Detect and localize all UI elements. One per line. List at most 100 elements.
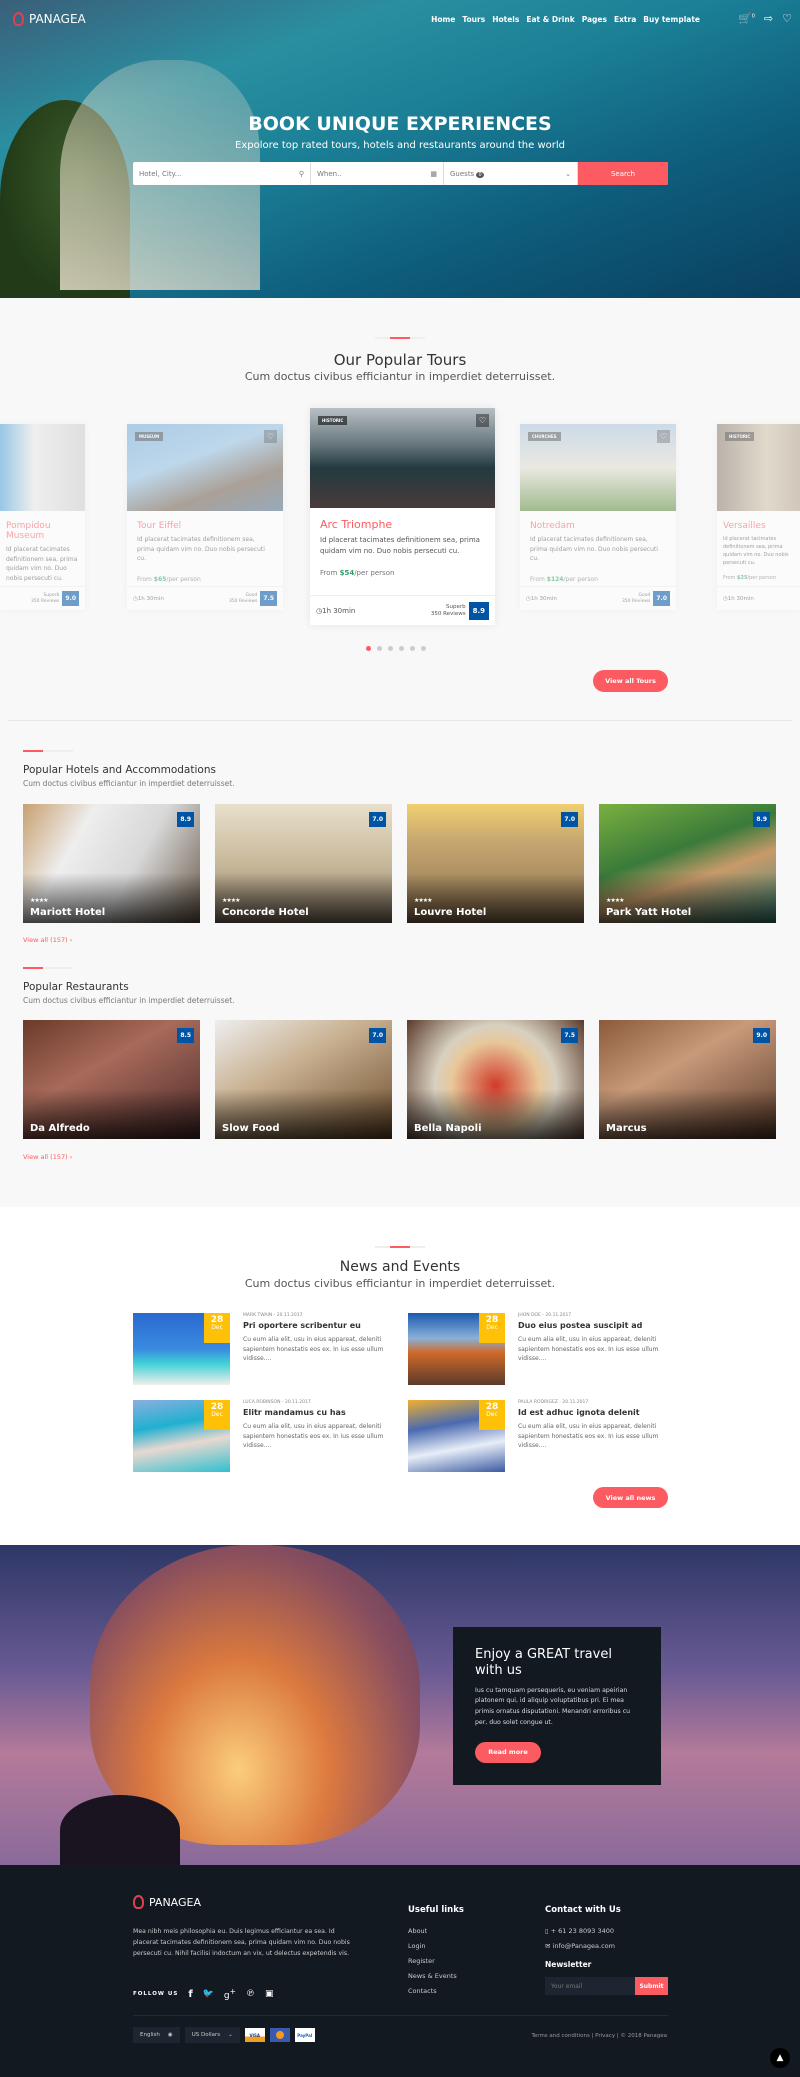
news-subtitle: Cum doctus civibus efficiantur in imperd… (244, 1277, 556, 1290)
date-input[interactable]: When.. ▦ (311, 162, 444, 185)
view-all-tours-button[interactable]: View all Tours (593, 670, 668, 692)
link-login[interactable]: Login (408, 1942, 464, 1950)
google-plus-icon[interactable]: g+ (224, 1987, 236, 2001)
score-badge: 7.0 (369, 1028, 386, 1043)
tour-name: Pompidou Museum (6, 521, 51, 541)
carousel-dot[interactable] (377, 646, 382, 651)
tour-card[interactable]: HISTORIC Versailles Id placerat tacimate… (717, 424, 800, 610)
carousel-dot[interactable] (388, 646, 393, 651)
privacy-link[interactable]: Privacy (595, 2033, 615, 2039)
brand-name: PANAGEA (29, 12, 86, 26)
restaurant-card[interactable]: 9.0 Marcus (599, 1020, 776, 1139)
wishlist-heart-icon[interactable]: ♡ (657, 430, 670, 443)
tour-name[interactable]: Arc Triomphe (320, 518, 485, 531)
follow-label: FOLLOW US (133, 1991, 179, 1997)
news-item[interactable]: 28 Dec PAULA RODRIGEZ - 20.11.2017 Id est … (408, 1400, 668, 1472)
twitter-icon[interactable]: 🐦 (203, 1989, 214, 1999)
restaurant-card[interactable]: 7.0 Slow Food (215, 1020, 392, 1139)
read-more-button[interactable]: Read more (475, 1741, 541, 1763)
tour-card-active[interactable]: HISTORIC ♡ Arc Triomphe Id placerat tacim… (310, 408, 495, 625)
news-item[interactable]: 28 Dec JHON DOE - 20.11.2017 Duo eius post… (408, 1313, 668, 1385)
instagram-icon[interactable]: ▣ (265, 1989, 274, 1999)
hotel-name: Concorde Hotel (222, 907, 309, 918)
login-icon[interactable]: ⇨ (764, 12, 773, 25)
heart-icon[interactable]: ♡ (782, 12, 792, 25)
view-all-news-button[interactable]: View all news (593, 1487, 668, 1508)
balloon-icon (133, 1895, 144, 1909)
nav-extra[interactable]: Extra (614, 15, 636, 24)
nav-buy-template[interactable]: Buy template (643, 15, 700, 24)
nav-home[interactable]: Home (431, 15, 455, 24)
globe-icon: ◉ (167, 2032, 173, 2038)
news-meta: LUCA ROBINSON - 20.11.2017 (243, 1400, 311, 1405)
hotels-view-all-link[interactable]: View all (157) › (23, 936, 72, 944)
submit-button[interactable]: Submit (635, 1977, 668, 1995)
tour-name[interactable]: Versailles (723, 521, 794, 531)
map-pin-icon: ⚲ (298, 169, 304, 178)
footer-legal: Terms and conditions | Privacy | © 2018 … (531, 2033, 667, 2039)
hotel-card[interactable]: 8.9 ★★★★ Park Yatt Hotel (599, 804, 776, 923)
tour-name[interactable]: Tour Eiffel (137, 521, 273, 531)
news-title[interactable]: Pri oportere scribentur eu (243, 1321, 393, 1330)
news-item[interactable]: 28 Dec LUCA ROBINSON - 20.11.2017 Elitr ma… (133, 1400, 393, 1472)
wishlist-heart-icon[interactable]: ♡ (476, 414, 489, 427)
tour-price: From $54/per person (320, 569, 395, 578)
email-link[interactable]: ✉ info@Panagea.com (545, 1942, 675, 1950)
link-contacts[interactable]: Contacts (408, 1987, 464, 1995)
guests-select[interactable]: Guests 0 ⌄ (444, 162, 578, 185)
language-select[interactable]: English ◉ (133, 2027, 180, 2043)
carousel-dot[interactable] (421, 646, 426, 651)
tour-card[interactable]: CHURCHES ♡ Notredam Id placerat tacimates… (520, 424, 676, 610)
rating-label: Good (245, 593, 258, 599)
tour-name[interactable]: Notredam (530, 521, 666, 531)
tours-subtitle: Cum doctus civibus efficiantur in imperd… (244, 370, 556, 383)
tour-card[interactable]: Pompidou Museum Id placerat tacimates de… (0, 424, 85, 610)
nav-hotels[interactable]: Hotels (492, 15, 519, 24)
restaurant-card[interactable]: 7.5 Bella Napoli (407, 1020, 584, 1139)
link-register[interactable]: Register (408, 1957, 464, 1965)
news-title[interactable]: Elitr mandamus cu has (243, 1408, 393, 1417)
hotel-card[interactable]: 8.9 ★★★★ Mariott Hotel (23, 804, 200, 923)
section-divider (23, 750, 73, 752)
footer-bottom-left: English ◉ US Dollars ⌄ VISA PayPal (133, 2027, 315, 2043)
tour-desc: Id placerat tacimates definitionem sea, … (320, 536, 480, 556)
hotel-card[interactable]: 7.0 ★★★★ Concorde Hotel (215, 804, 392, 923)
nav-pages[interactable]: Pages (582, 15, 607, 24)
score-badge: 7.0 (653, 591, 670, 606)
currency-select[interactable]: US Dollars ⌄ (184, 2027, 240, 2043)
back-to-top-button[interactable]: ▲ (770, 2048, 790, 2068)
main-nav: Home Tours Hotels Eat & Drink Pages Extr… (431, 15, 700, 24)
hotel-card[interactable]: 7.0 ★★★★ Louvre Hotel (407, 804, 584, 923)
link-about[interactable]: About (408, 1927, 464, 1935)
pinterest-icon[interactable]: ℗ (246, 1989, 255, 1999)
score-badge: 7.0 (369, 812, 386, 827)
news-item[interactable]: 28 Dec MARK TWAIN - 20.11.2017 Pri oporter… (133, 1313, 393, 1385)
phone-icon: ▯ (545, 1927, 549, 1935)
link-news-events[interactable]: News & Events (408, 1972, 464, 1980)
carousel-dot[interactable] (366, 646, 371, 651)
nav-eat-drink[interactable]: Eat & Drink (526, 15, 574, 24)
cart-icon[interactable]: 🛒0 (738, 12, 755, 25)
wishlist-heart-icon[interactable]: ♡ (264, 430, 277, 443)
newsletter-email-input[interactable] (545, 1977, 635, 1995)
news-title[interactable]: Id est adhuc ignota delenit (518, 1408, 668, 1417)
date-badge: 28 Dec (479, 1313, 505, 1343)
terms-link[interactable]: Terms and conditions (531, 2033, 589, 2039)
facebook-icon[interactable]: f (188, 1989, 192, 2000)
nav-tours[interactable]: Tours (462, 15, 485, 24)
phone-link[interactable]: ▯ + 61 23 8093 3400 (545, 1927, 675, 1935)
tour-card[interactable]: MUSEUM ♡ Tour Eiffel Id placerat tacimate… (127, 424, 283, 610)
stars: ★★★★ (606, 897, 624, 904)
search-button[interactable]: Search (578, 162, 668, 185)
footer-separator (133, 2015, 668, 2016)
restaurant-card[interactable]: 8.5 Da Alfredo (23, 1020, 200, 1139)
news-title[interactable]: Duo eius postea suscipit ad (518, 1321, 668, 1330)
logo[interactable]: PANAGEA (13, 12, 86, 26)
restaurants-view-all-link[interactable]: View all (157) › (23, 1153, 72, 1161)
reviews-count: 350 Reviews (621, 598, 651, 604)
section-divider (23, 967, 73, 969)
carousel-dot[interactable] (399, 646, 404, 651)
carousel-dot[interactable] (410, 646, 415, 651)
location-input[interactable]: Hotel, City... ⚲ (133, 162, 311, 185)
footer-logo[interactable]: PANAGEA (133, 1895, 201, 1909)
